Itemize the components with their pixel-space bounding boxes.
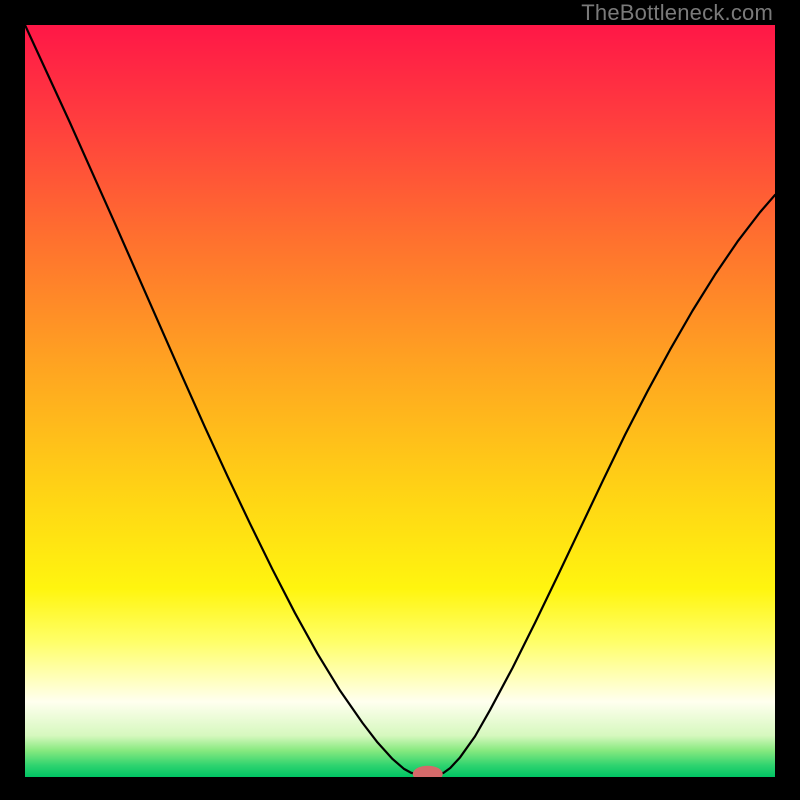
gradient-background	[25, 25, 775, 777]
plot-area	[25, 25, 775, 777]
chart-frame: TheBottleneck.com	[0, 0, 800, 800]
chart-svg	[25, 25, 775, 777]
watermark-text: TheBottleneck.com	[581, 0, 773, 26]
